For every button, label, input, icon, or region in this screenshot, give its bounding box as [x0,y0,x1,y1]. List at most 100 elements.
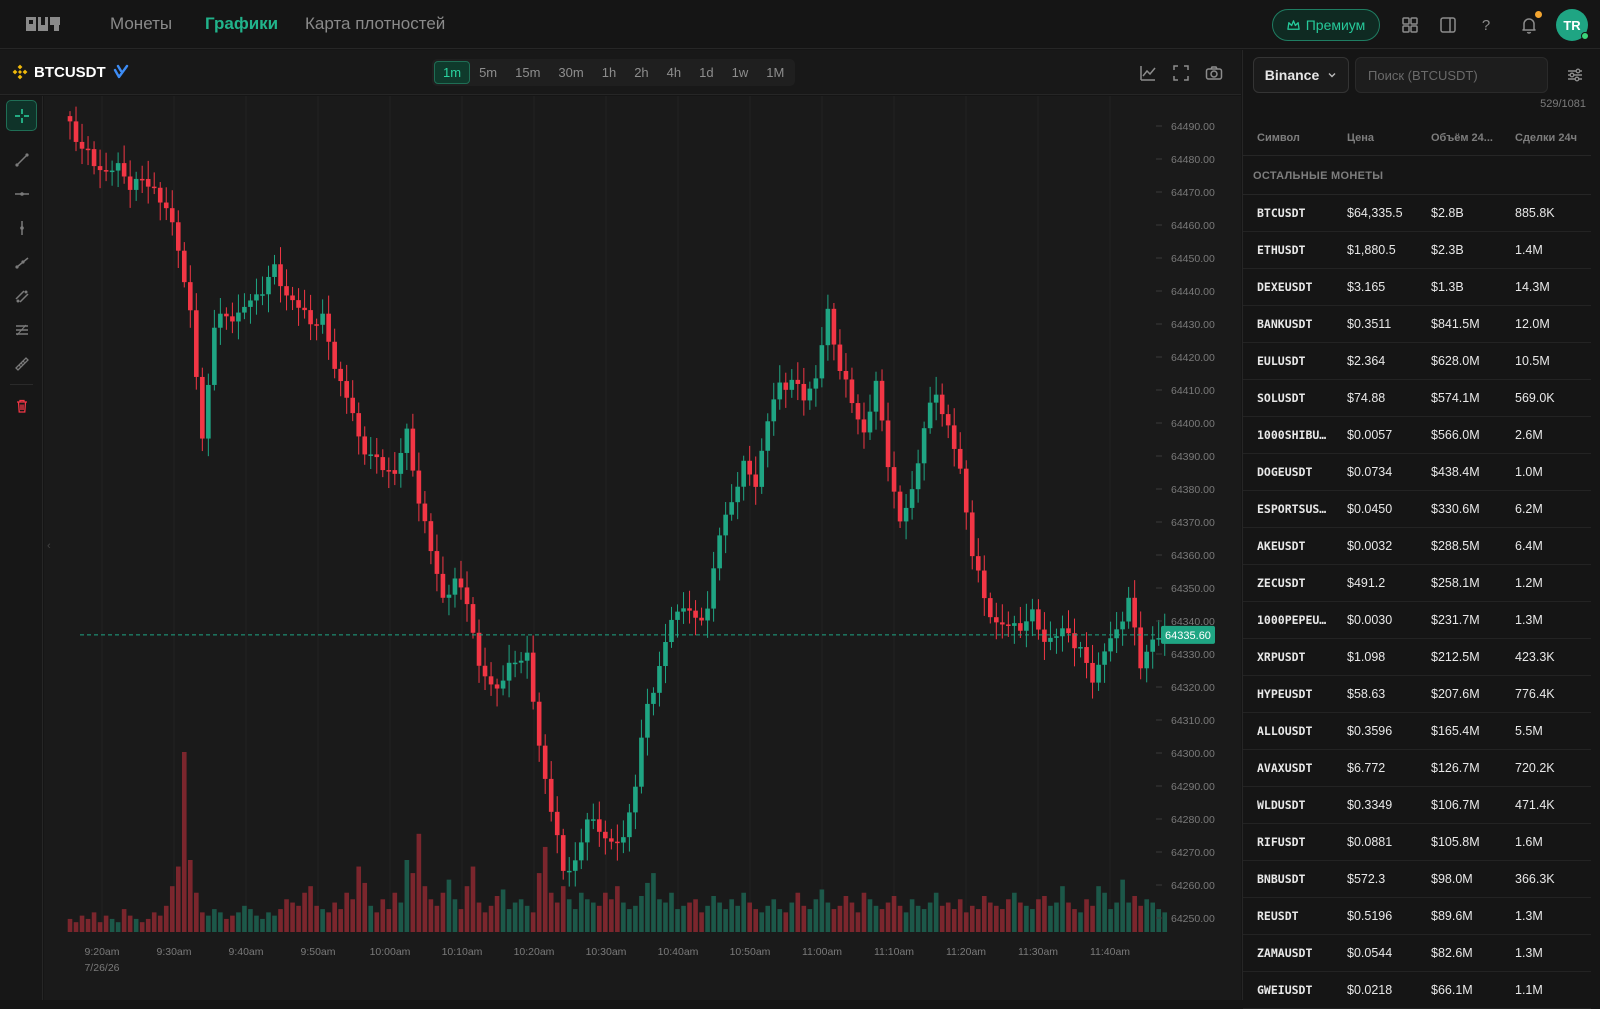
row-price: $0.0544 [1347,946,1393,960]
table-row[interactable]: ALLOUSDT $0.3596 $165.4M 5.5M [1243,713,1591,750]
fullscreen-icon[interactable] [1171,63,1191,83]
candle-body [296,300,301,308]
volume-bar [398,902,404,932]
table-row[interactable]: GWEIUSDT $0.0218 $66.1M 1.1M [1243,972,1591,1009]
candle-body [681,608,686,612]
symbol-title[interactable]: BTCUSDT [12,63,130,81]
candle-body [1024,621,1029,631]
table-row[interactable]: SOLUSDT $74.88 $574.1M 569.0K [1243,380,1591,417]
trendline-tool[interactable] [6,144,37,175]
candle-body [398,452,404,474]
row-volume: $574.1M [1431,391,1480,405]
table-row[interactable]: WLDUSDT $0.3349 $106.7M 471.4K [1243,787,1591,824]
trendline-icon [14,152,29,167]
table-row[interactable]: BTCUSDT $64,335.5 $2.8B 885.8K [1243,195,1591,232]
collapse-toolbar-chevron-icon[interactable]: ‹ [47,540,51,552]
volume-bar [831,909,837,932]
filter-settings-icon[interactable] [1565,65,1585,85]
table-row[interactable]: ZECUSDT $491.2 $258.1M 1.2M [1243,565,1591,602]
volume-bar [705,905,710,932]
crosshair-tool[interactable] [6,100,37,131]
table-row[interactable]: AKEUSDT $0.0032 $288.5M 6.4M [1243,528,1591,565]
row-symbol: HYPEUSDT [1257,687,1313,701]
table-row[interactable]: XRPUSDT $1.098 $212.5M 423.3K [1243,639,1591,676]
nav-coins[interactable]: Монеты [110,14,172,34]
timeframe-1h[interactable]: 1h [593,61,625,84]
candle-body [206,384,211,439]
volume-bar [242,905,247,932]
timeframe-4h[interactable]: 4h [658,61,690,84]
volume-bar [603,892,608,932]
timeframe-30m[interactable]: 30m [549,61,592,84]
help-icon[interactable]: ? [1476,15,1496,35]
table-row[interactable]: ETHUSDT $1,880.5 $2.3B 1.4M [1243,232,1591,269]
candle-body [266,276,271,295]
x-tick-label: 10:50am [730,946,771,958]
panel-toggle-icon[interactable] [1438,15,1458,35]
candle-body [476,632,482,666]
row-symbol: GWEIUSDT [1257,983,1313,997]
camera-icon[interactable] [1204,63,1224,83]
volume-bar [194,892,199,932]
timeframe-1m[interactable]: 1m [434,61,471,84]
timeframe-1w[interactable]: 1w [723,61,758,84]
column-symbol[interactable]: Символ [1257,132,1300,144]
candle-body [837,344,843,371]
table-row[interactable]: ESPORTSUS… $0.0450 $330.6M 6.2M [1243,491,1591,528]
table-row[interactable]: DOGEUSDT $0.0734 $438.4M 1.0M [1243,454,1591,491]
table-row[interactable]: REUSDT $0.5196 $89.6M 1.3M [1243,898,1591,935]
horizontal-line-icon [14,191,29,196]
horizontal-line-tool[interactable] [6,178,37,209]
timeframe-2h[interactable]: 2h [625,61,657,84]
volume-bar [452,899,458,932]
candle-body [921,428,927,464]
volume-bar [1024,905,1029,932]
nav-charts[interactable]: Графики [205,14,278,34]
timeframe-1d[interactable]: 1d [690,61,722,84]
exchange-select[interactable]: Binance [1253,57,1349,93]
nav-density-map[interactable]: Карта плотностей [305,14,445,34]
candlestick-chart[interactable]: 64335.60 64490.00 64480.00 64470.00 64460.00… [44,96,1241,1000]
candle-body [951,425,957,449]
premium-button[interactable]: Премиум [1272,9,1380,41]
column-trades[interactable]: Сделки 24ч [1515,132,1577,144]
table-row[interactable]: BNBUSDT $572.3 $98.0M 366.3K [1243,861,1591,898]
bell-icon[interactable] [1519,15,1539,35]
column-price[interactable]: Цена [1347,132,1374,144]
table-row[interactable]: BANKUSDT $0.3511 $841.5M 12.0M [1243,306,1591,343]
volume-bar [891,896,897,932]
layout-grid-icon[interactable] [1400,15,1420,35]
price-chart[interactable]: 64335.60 64490.00 64480.00 64470.00 64460.00… [44,96,1241,1000]
ruler-tool[interactable] [6,348,37,379]
volume-bar [188,860,193,932]
timeframe-15m[interactable]: 15m [506,61,549,84]
table-row[interactable]: ZAMAUSDT $0.0544 $82.6M 1.3M [1243,935,1591,972]
fib-tool[interactable] [6,314,37,345]
table-row[interactable]: 1000SHIBU… $0.0057 $566.0M 2.6M [1243,417,1591,454]
table-row[interactable]: DEXEUSDT $3.165 $1.3B 14.3M [1243,269,1591,306]
candle-body [843,370,849,380]
timeframe-1M[interactable]: 1M [757,61,793,84]
table-row[interactable]: 1000PEPEU… $0.0030 $231.7M 1.3M [1243,602,1591,639]
table-row[interactable]: HYPEUSDT $58.63 $207.6M 776.4K [1243,676,1591,713]
delete-drawings-tool[interactable] [6,390,37,421]
volume-bar [416,833,422,932]
app-logo-icon[interactable] [26,14,62,34]
candle-body [482,665,488,677]
timeframe-5m[interactable]: 5m [470,61,506,84]
ray-tool[interactable] [6,246,37,277]
candle-body [699,617,704,621]
channel-tool[interactable] [6,280,37,311]
volume-bar [103,915,109,932]
vertical-line-tool[interactable] [6,212,37,243]
search-input[interactable] [1355,57,1548,93]
table-row[interactable]: AVAXUSDT $6.772 $126.7M 720.2K [1243,750,1591,787]
column-volume[interactable]: Объём 24... [1431,132,1493,144]
table-row[interactable]: RIFUSDT $0.0881 $105.8M 1.6M [1243,824,1591,861]
table-row[interactable]: EULUSDT $2.364 $628.0M 10.5M [1243,343,1591,380]
volume-bar [97,922,103,932]
candle-body [981,570,987,599]
candle-body [500,680,506,689]
candle-body [735,486,740,503]
indicators-icon[interactable] [1138,63,1158,83]
